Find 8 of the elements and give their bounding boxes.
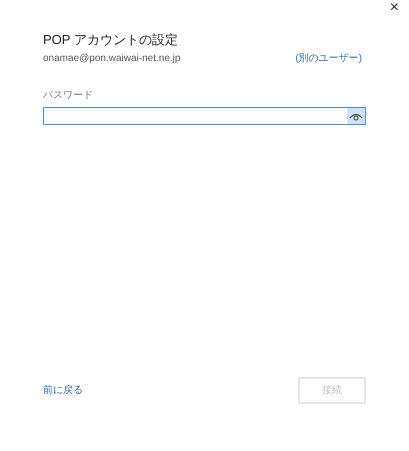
back-link[interactable]: 前に戻る bbox=[43, 383, 83, 398]
other-user-link[interactable]: (別のユーザー) bbox=[295, 51, 362, 66]
eye-icon[interactable] bbox=[347, 108, 365, 124]
dialog-title: POP アカウントの設定 bbox=[43, 32, 179, 48]
close-button[interactable]: × bbox=[386, 0, 403, 16]
password-field[interactable] bbox=[43, 107, 366, 125]
field-label: パスワード bbox=[43, 89, 94, 103]
email-address: onamae@pon.waiwai-net.ne.jp bbox=[43, 52, 180, 66]
